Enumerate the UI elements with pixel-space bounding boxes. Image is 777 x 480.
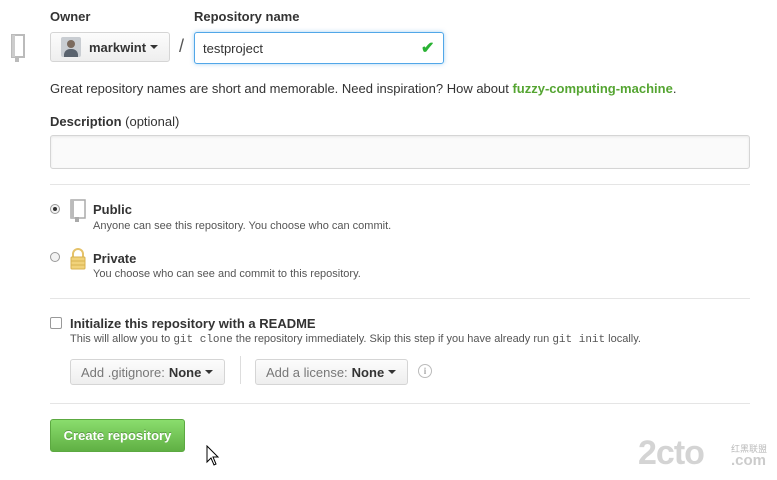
name-hint: Great repository names are short and mem… xyxy=(50,81,676,96)
private-subtitle: You choose who can see and commit to thi… xyxy=(93,268,361,280)
vertical-separator xyxy=(240,356,241,384)
public-icon xyxy=(70,199,86,226)
private-title: Private xyxy=(93,251,137,266)
gitignore-value: None xyxy=(168,364,202,380)
repo-name-input[interactable] xyxy=(194,32,444,64)
name-hint-suffix: . xyxy=(672,81,677,96)
chevron-down-icon xyxy=(388,370,397,374)
readme-help-middle: the repository immediately. Skip this st… xyxy=(232,333,553,345)
readme-help-suffix: locally. xyxy=(605,333,641,345)
avatar xyxy=(61,37,81,57)
readme-help-code-init: git init xyxy=(552,334,606,346)
readme-help-code-clone: git clone xyxy=(173,334,233,346)
readme-help-prefix: This will allow you to xyxy=(70,333,174,345)
watermark-logo: 2cto xyxy=(638,434,705,472)
divider xyxy=(50,298,750,299)
watermark-domain: .com xyxy=(731,452,767,469)
owner-repo-separator: / xyxy=(179,36,185,56)
divider xyxy=(50,184,750,185)
readme-checkbox[interactable] xyxy=(50,317,62,329)
readme-help: This will allow you to git clone the rep… xyxy=(70,333,641,346)
public-subtitle: Anyone can see this repository. You choo… xyxy=(93,220,392,232)
chevron-down-icon xyxy=(205,370,214,374)
check-icon: ✔ xyxy=(421,40,435,57)
owner-dropdown[interactable]: markwint xyxy=(50,32,170,62)
public-title: Public xyxy=(93,202,133,217)
info-icon[interactable]: i xyxy=(418,364,432,378)
repo-icon xyxy=(11,34,25,67)
repo-name-label: Repository name xyxy=(194,9,300,24)
license-value: None xyxy=(351,364,385,380)
gitignore-label: Add .gitignore: xyxy=(81,364,165,380)
public-radio[interactable] xyxy=(50,204,60,214)
private-radio[interactable] xyxy=(50,252,60,262)
divider xyxy=(50,403,750,404)
gitignore-dropdown[interactable]: Add .gitignore: None xyxy=(70,359,225,385)
name-suggestion[interactable]: fuzzy-computing-machine xyxy=(512,81,672,96)
description-label-text: Description xyxy=(50,114,122,129)
description-label: Description (optional) xyxy=(50,114,179,129)
owner-label: Owner xyxy=(50,9,91,24)
license-label: Add a license: xyxy=(266,364,348,380)
readme-label[interactable]: Initialize this repository with a README xyxy=(70,316,316,331)
owner-name: markwint xyxy=(89,39,147,55)
mouse-cursor xyxy=(206,444,220,470)
lock-icon xyxy=(69,247,87,274)
chevron-down-icon xyxy=(150,45,159,49)
license-dropdown[interactable]: Add a license: None xyxy=(255,359,408,385)
create-repository-button[interactable]: Create repository xyxy=(50,419,185,452)
description-optional: (optional) xyxy=(125,114,180,129)
name-hint-text: Great repository names are short and mem… xyxy=(50,81,513,96)
description-input[interactable] xyxy=(50,135,750,169)
